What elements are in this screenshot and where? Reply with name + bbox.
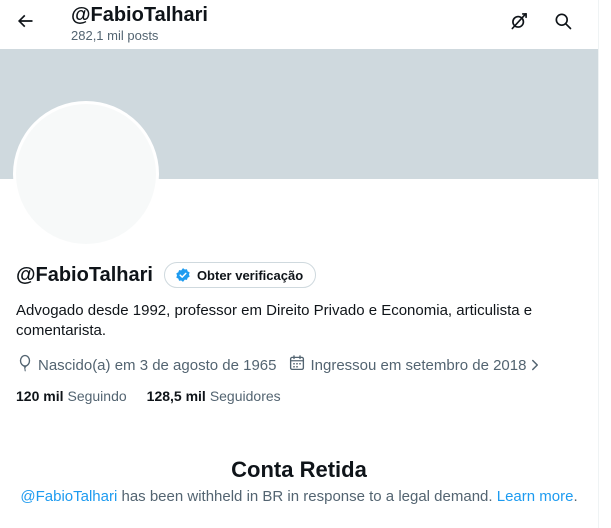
right-rail-border	[598, 0, 611, 528]
withheld-message-text: has been withheld in BR in response to a…	[117, 488, 497, 505]
followers-count: 128,5 mil	[146, 388, 206, 404]
name-row: @FabioTalhari Obter verificação	[16, 262, 317, 288]
chevron-right-icon[interactable]	[528, 356, 546, 374]
bio: Advogado desde 1992, professor em Direit…	[16, 302, 533, 339]
following-label: Seguindo	[67, 388, 127, 404]
back-button[interactable]	[8, 6, 42, 40]
avatar[interactable]	[16, 104, 156, 244]
arrow-left-icon	[15, 11, 35, 36]
following-count: 120 mil	[16, 388, 64, 404]
calendar-icon	[288, 354, 310, 376]
withheld-period: .	[573, 488, 578, 505]
withheld-title: Conta Retida	[231, 457, 367, 482]
followers-label: Seguidores	[209, 388, 281, 404]
learn-more-link[interactable]: Learn more	[497, 488, 574, 505]
balloon-icon	[16, 354, 38, 376]
join-date: Ingressou em setembro de 2018	[288, 354, 546, 376]
post-count: 282,1 mil posts	[71, 28, 159, 43]
get-verified-label: Obter verificação	[196, 267, 304, 283]
grok-icon	[509, 11, 529, 36]
grok-button[interactable]	[502, 6, 536, 40]
top-bar: @FabioTalhari 282,1 mil posts	[0, 0, 598, 49]
birth-date: Nascido(a) em 3 de agosto de 1965	[16, 354, 276, 376]
verified-badge-icon	[175, 267, 191, 283]
join-date-text: Ingressou em setembro de 2018	[310, 356, 527, 374]
profile-page: @FabioTalhari 282,1 mil posts @FabioTalh…	[0, 0, 598, 528]
profile-meta: Nascido(a) em 3 de agosto de 1965 Ingres…	[16, 354, 546, 376]
page-title: @FabioTalhari	[71, 4, 208, 26]
withheld-message: @FabioTalhari has been withheld in BR in…	[0, 487, 598, 507]
followers-link[interactable]: 128,5 mil Seguidores	[147, 388, 281, 404]
header-title-block: @FabioTalhari 282,1 mil posts	[71, 3, 208, 44]
get-verified-button[interactable]: Obter verificação	[163, 262, 317, 288]
display-name: @FabioTalhari	[16, 264, 153, 286]
search-icon	[553, 11, 573, 36]
birth-date-text: Nascido(a) em 3 de agosto de 1965	[38, 356, 277, 374]
search-button[interactable]	[546, 6, 580, 40]
following-link[interactable]: 120 mil Seguindo	[16, 388, 127, 404]
withheld-handle-link[interactable]: @FabioTalhari	[20, 488, 117, 505]
follow-stats: 120 mil Seguindo 128,5 mil Seguidores	[16, 388, 281, 404]
